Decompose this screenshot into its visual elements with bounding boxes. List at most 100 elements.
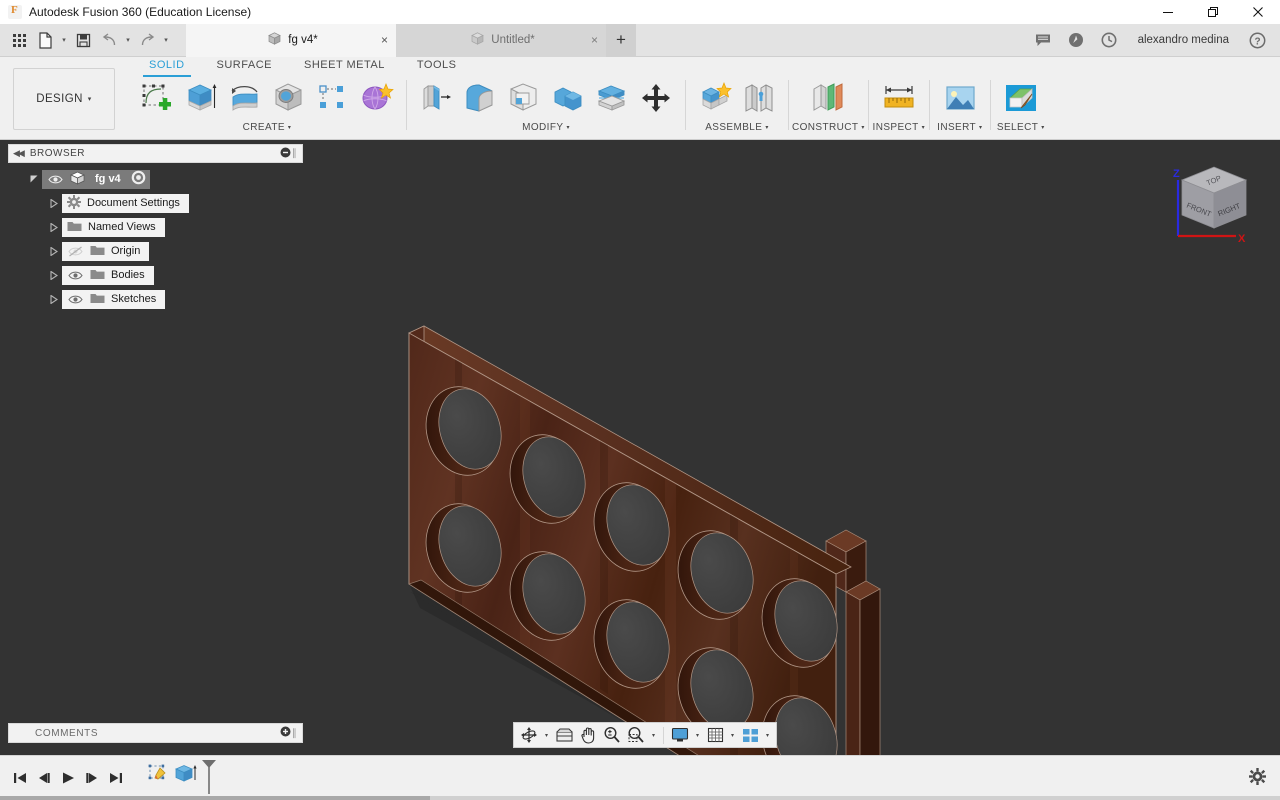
- step-forward-icon[interactable]: [80, 763, 104, 793]
- file-menu-caret-icon[interactable]: ▾: [58, 27, 70, 53]
- measure-icon[interactable]: [876, 77, 922, 119]
- workspace-selector[interactable]: DESIGN ▾: [13, 68, 115, 130]
- minus-circle-icon[interactable]: [280, 147, 291, 161]
- expand-triangle-icon[interactable]: [46, 191, 62, 215]
- fit-zoom-window-icon[interactable]: [624, 723, 648, 747]
- document-tab-untitled[interactable]: Untitled* ×: [396, 23, 606, 57]
- panel-resize-grip[interactable]: ∥: [291, 728, 298, 739]
- go-to-end-icon[interactable]: [104, 763, 128, 793]
- plus-circle-icon[interactable]: [280, 726, 291, 740]
- save-disk-icon[interactable]: [70, 27, 96, 53]
- activate-component-icon[interactable]: [131, 170, 146, 188]
- tab-solid[interactable]: SOLID: [133, 57, 201, 77]
- timeline-scrollbar-thumb[interactable]: [0, 796, 430, 800]
- move-copy-icon[interactable]: [634, 77, 678, 119]
- offset-plane-icon[interactable]: [805, 77, 851, 119]
- help-question-icon[interactable]: ?: [1241, 24, 1274, 57]
- display-settings-icon[interactable]: [668, 723, 692, 747]
- expand-triangle-icon[interactable]: [46, 239, 62, 263]
- document-tab-fg-v4[interactable]: fg v4* ×: [186, 23, 396, 57]
- fillet-icon[interactable]: [458, 77, 502, 119]
- extrude-icon[interactable]: [179, 77, 223, 119]
- tree-node-document-settings[interactable]: Document Settings: [8, 191, 303, 215]
- insert-canvas-icon[interactable]: [937, 77, 983, 119]
- close-icon[interactable]: [1235, 0, 1280, 24]
- expand-triangle-icon[interactable]: [26, 167, 42, 191]
- expand-triangle-icon[interactable]: [46, 263, 62, 287]
- close-icon[interactable]: ×: [381, 34, 388, 46]
- shell-icon[interactable]: [502, 77, 546, 119]
- undo-caret-icon[interactable]: ▾: [122, 27, 134, 53]
- tree-node-chip[interactable]: Sketches: [62, 289, 166, 309]
- maximize-icon[interactable]: [1190, 0, 1235, 24]
- timeline-scrollbar-track[interactable]: [0, 796, 1280, 800]
- joint-icon[interactable]: [737, 77, 781, 119]
- tree-node-sketches[interactable]: Sketches: [8, 287, 303, 311]
- undo-arrow-icon[interactable]: [96, 27, 122, 53]
- file-icon[interactable]: [32, 27, 58, 53]
- tab-sheet-metal[interactable]: SHEET METAL: [288, 57, 401, 76]
- tree-node-named-views[interactable]: Named Views: [8, 215, 303, 239]
- timeline-settings[interactable]: [1249, 768, 1280, 788]
- look-at-icon[interactable]: [552, 723, 576, 747]
- combine-icon[interactable]: [546, 77, 590, 119]
- orbit-caret-icon[interactable]: ▾: [541, 723, 552, 747]
- press-pull-icon[interactable]: [414, 77, 458, 119]
- zoom-icon[interactable]: [600, 723, 624, 747]
- tree-node-chip[interactable]: Bodies: [62, 265, 154, 285]
- redo-arrow-icon[interactable]: [134, 27, 160, 53]
- view-cube[interactable]: Z X TOP FRONT RIGHT: [1164, 150, 1264, 250]
- grid-apps-icon[interactable]: [6, 27, 32, 53]
- notifications-icon[interactable]: [1060, 24, 1093, 57]
- create-form-icon[interactable]: [355, 77, 399, 119]
- timeline-end-marker[interactable]: [201, 759, 217, 798]
- comments-icon[interactable]: [1027, 24, 1060, 57]
- redo-caret-icon[interactable]: ▾: [160, 27, 172, 53]
- panel-create-label[interactable]: CREATE ▾: [243, 120, 292, 135]
- tree-node-origin[interactable]: Origin: [8, 239, 303, 263]
- grid-caret-icon[interactable]: ▾: [727, 723, 738, 747]
- step-back-icon[interactable]: [32, 763, 56, 793]
- visibility-eye-icon[interactable]: [47, 174, 64, 185]
- new-component-icon[interactable]: [693, 77, 737, 119]
- viewports-icon[interactable]: [738, 723, 762, 747]
- panel-select-label[interactable]: SELECT ▾: [997, 120, 1045, 135]
- tab-tools[interactable]: TOOLS: [401, 57, 473, 76]
- tree-node-chip[interactable]: Document Settings: [62, 193, 189, 213]
- tab-surface[interactable]: SURFACE: [201, 57, 288, 76]
- tree-node-bodies[interactable]: Bodies: [8, 263, 303, 287]
- close-icon[interactable]: ×: [591, 34, 598, 46]
- panel-inspect-label[interactable]: INSPECT ▾: [873, 120, 926, 135]
- comments-panel[interactable]: COMMENTS ∥: [8, 723, 303, 743]
- hole-icon[interactable]: [267, 77, 311, 119]
- play-icon[interactable]: [56, 763, 80, 793]
- revolve-icon[interactable]: [223, 77, 267, 119]
- panel-construct-label[interactable]: CONSTRUCT ▾: [792, 120, 865, 135]
- new-document-tab-button[interactable]: +: [606, 23, 636, 57]
- orbit-icon[interactable]: [517, 723, 541, 747]
- panel-modify-label[interactable]: MODIFY ▾: [522, 120, 570, 135]
- pan-hand-icon[interactable]: [576, 723, 600, 747]
- expand-triangle-icon[interactable]: [46, 287, 62, 311]
- panel-insert-label[interactable]: INSERT ▾: [937, 120, 982, 135]
- timeline-extrude-feature[interactable]: [172, 761, 200, 795]
- job-status-icon[interactable]: [1093, 24, 1126, 57]
- rectangular-pattern-icon[interactable]: [311, 77, 355, 119]
- user-account-label[interactable]: alexandro medina: [1126, 34, 1241, 46]
- collapse-left-icon[interactable]: ◀◀: [13, 148, 25, 159]
- go-to-beginning-icon[interactable]: [8, 763, 32, 793]
- panel-resize-grip[interactable]: ∥: [291, 148, 298, 159]
- tree-node-chip[interactable]: Named Views: [62, 217, 165, 237]
- visibility-eye-icon[interactable]: [67, 270, 84, 281]
- create-sketch-icon[interactable]: [135, 77, 179, 119]
- tree-node-chip[interactable]: fg v4: [42, 169, 150, 189]
- expand-triangle-icon[interactable]: [46, 215, 62, 239]
- viewports-caret-icon[interactable]: ▾: [762, 723, 773, 747]
- display-caret-icon[interactable]: ▾: [692, 723, 703, 747]
- minimize-icon[interactable]: [1145, 0, 1190, 24]
- tree-node-chip[interactable]: Origin: [62, 241, 150, 261]
- split-face-icon[interactable]: [590, 77, 634, 119]
- select-paint-icon[interactable]: [998, 77, 1044, 119]
- visibility-eye-icon[interactable]: [67, 294, 84, 305]
- panel-assemble-label[interactable]: ASSEMBLE ▾: [705, 120, 769, 135]
